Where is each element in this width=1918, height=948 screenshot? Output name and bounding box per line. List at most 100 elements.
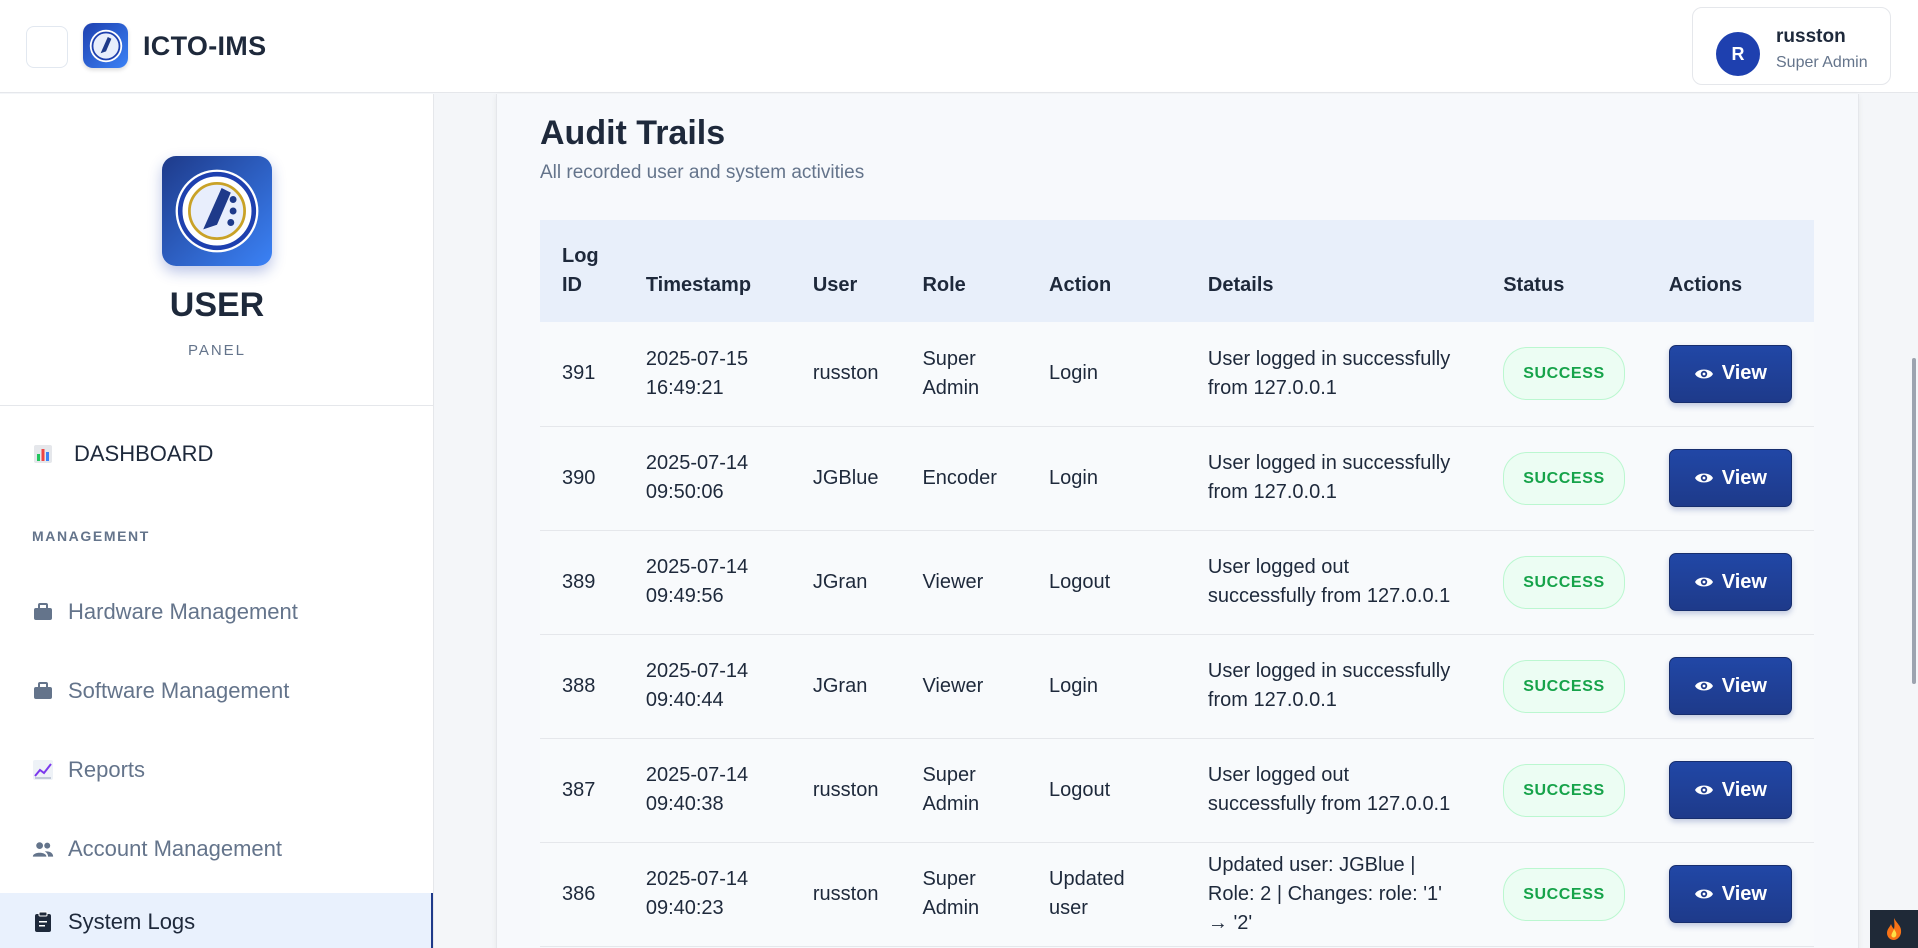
details-cell: User logged out successfully from 127.0.… bbox=[1185, 530, 1482, 635]
table-row: 390 2025-07-14 09:50:06 JGBlue Encoder L… bbox=[540, 426, 1814, 531]
action-cell: Logout bbox=[1027, 530, 1186, 635]
actions-cell: View bbox=[1646, 322, 1814, 427]
role-cell: Viewer bbox=[900, 634, 1028, 739]
user-cell: russton bbox=[790, 322, 901, 427]
user-role: Super Admin bbox=[1776, 54, 1868, 71]
eye-icon bbox=[1694, 577, 1713, 587]
actions-cell: View bbox=[1646, 530, 1814, 635]
role-cell: Super Admin bbox=[900, 738, 1028, 843]
sidebar-item-reports[interactable]: Reports bbox=[32, 750, 145, 790]
details-cell: User logged in successfully from 127.0.0… bbox=[1185, 322, 1482, 427]
column-header[interactable]: Timestamp bbox=[624, 220, 791, 322]
view-button[interactable]: View bbox=[1668, 553, 1792, 611]
top-bar: ICTO-IMS R russton Super Admin bbox=[0, 0, 1918, 93]
view-button[interactable]: View bbox=[1668, 657, 1792, 715]
sidebar-item-label: DASHBOARD bbox=[74, 441, 214, 466]
sidebar-item-hardware-management[interactable]: Hardware Management bbox=[32, 592, 298, 632]
user-cell: russton bbox=[790, 738, 901, 843]
timestamp-cell: 2025-07-14 09:50:06 bbox=[623, 426, 791, 531]
column-header[interactable]: Details bbox=[1186, 220, 1481, 322]
action-cell: Login bbox=[1027, 322, 1186, 427]
timestamp-cell: 2025-07-14 09:40:44 bbox=[623, 634, 791, 739]
user-cell: JGran bbox=[790, 530, 901, 635]
sidebar-item-system-logs[interactable]: System Logs bbox=[0, 893, 433, 948]
role-cell: Super Admin bbox=[900, 322, 1028, 427]
sidebar-divider bbox=[0, 405, 433, 406]
column-header: Actions bbox=[1668, 274, 1743, 296]
user-cell: JGran bbox=[790, 634, 901, 739]
view-button-label: View bbox=[1721, 362, 1767, 385]
users-icon bbox=[32, 838, 54, 860]
eye-icon bbox=[1694, 473, 1713, 483]
sidebar: USER PANEL DASHBOARD MANAGEMENT Hardware… bbox=[0, 94, 434, 948]
eye-icon bbox=[1694, 889, 1713, 899]
fire-icon-button[interactable] bbox=[1870, 910, 1918, 948]
status-badge: SUCCESS bbox=[1503, 867, 1625, 921]
page-subtitle: All recorded user and system activities bbox=[540, 162, 865, 183]
table-row: 388 2025-07-14 09:40:44 JGran Viewer Log… bbox=[540, 634, 1814, 739]
seal-icon bbox=[89, 29, 122, 62]
timestamp-cell: 2025-07-14 09:49:56 bbox=[623, 530, 791, 635]
user-name: russton bbox=[1776, 26, 1846, 47]
log-id-cell: 390 bbox=[540, 426, 624, 531]
sidebar-item-label: System Logs bbox=[68, 909, 196, 934]
details-cell: User logged out successfully from 127.0.… bbox=[1185, 738, 1482, 843]
details-cell: User logged in successfully from 127.0.0… bbox=[1185, 634, 1482, 739]
view-button[interactable]: View bbox=[1668, 761, 1792, 819]
sidebar-item-label: Account Management bbox=[68, 836, 283, 861]
column-header[interactable]: User bbox=[791, 220, 901, 322]
table-header-row: Log ID Timestamp User Role Action Detail… bbox=[540, 220, 1814, 322]
panel-title: USER bbox=[169, 286, 265, 324]
sidebar-item-dashboard[interactable]: DASHBOARD bbox=[32, 434, 213, 474]
timestamp-cell: 2025-07-14 09:40:38 bbox=[623, 738, 791, 843]
table-row: 391 2025-07-15 16:49:21 russton Super Ad… bbox=[540, 322, 1814, 427]
log-id-cell: 388 bbox=[540, 634, 624, 739]
view-button[interactable]: View bbox=[1668, 449, 1792, 507]
column-header[interactable]: Log ID bbox=[540, 220, 624, 322]
column-header[interactable]: Status bbox=[1481, 220, 1647, 322]
role-cell: Encoder bbox=[900, 426, 1028, 531]
column-header[interactable]: Action bbox=[1027, 220, 1186, 322]
status-badge: SUCCESS bbox=[1503, 763, 1625, 817]
status-badge: SUCCESS bbox=[1503, 347, 1625, 401]
menu-toggle-button[interactable] bbox=[26, 26, 68, 68]
fire-icon bbox=[1887, 918, 1902, 940]
section-label-management: MANAGEMENT bbox=[32, 528, 150, 544]
table-row: 389 2025-07-14 09:49:56 JGran Viewer Log… bbox=[540, 530, 1814, 635]
log-id-cell: 386 bbox=[540, 842, 624, 947]
scrollbar-thumb[interactable] bbox=[1912, 358, 1916, 684]
clipboard-icon bbox=[32, 911, 54, 933]
avatar: R bbox=[1716, 32, 1760, 76]
view-button-label: View bbox=[1721, 882, 1767, 905]
view-button-label: View bbox=[1721, 674, 1767, 697]
user-menu[interactable]: R russton Super Admin bbox=[1692, 7, 1891, 85]
actions-cell: View bbox=[1646, 842, 1814, 947]
sidebar-item-account-management[interactable]: Account Management bbox=[32, 829, 282, 869]
log-id-cell: 391 bbox=[540, 322, 624, 427]
brand-logo[interactable] bbox=[83, 23, 128, 68]
action-cell: Updated user bbox=[1027, 842, 1186, 947]
action-cell: Login bbox=[1027, 426, 1186, 531]
view-button-label: View bbox=[1721, 778, 1767, 801]
action-cell: Logout bbox=[1027, 738, 1186, 843]
view-button[interactable]: View bbox=[1668, 865, 1792, 923]
role-cell: Viewer bbox=[900, 530, 1028, 635]
sidebar-item-label: Reports bbox=[68, 757, 146, 782]
eye-icon bbox=[1694, 681, 1713, 691]
eye-icon bbox=[1694, 785, 1713, 795]
column-header[interactable]: Role bbox=[900, 220, 1027, 322]
audit-table: Log ID Timestamp User Role Action Detail… bbox=[540, 220, 1814, 947]
page-title: Audit Trails bbox=[540, 114, 726, 152]
action-cell: Login bbox=[1027, 634, 1186, 739]
status-cell: SUCCESS bbox=[1481, 842, 1647, 947]
status-badge: SUCCESS bbox=[1503, 451, 1625, 505]
status-cell: SUCCESS bbox=[1481, 530, 1647, 635]
timestamp-cell: 2025-07-15 16:49:21 bbox=[623, 322, 791, 427]
role-cell: Super Admin bbox=[900, 842, 1028, 947]
view-button[interactable]: View bbox=[1668, 344, 1792, 403]
briefcase-icon bbox=[32, 680, 54, 702]
log-id-cell: 387 bbox=[540, 738, 624, 843]
bar-chart-icon bbox=[32, 443, 54, 465]
sidebar-item-software-management[interactable]: Software Management bbox=[32, 671, 289, 711]
table-row: 387 2025-07-14 09:40:38 russton Super Ad… bbox=[540, 738, 1814, 843]
